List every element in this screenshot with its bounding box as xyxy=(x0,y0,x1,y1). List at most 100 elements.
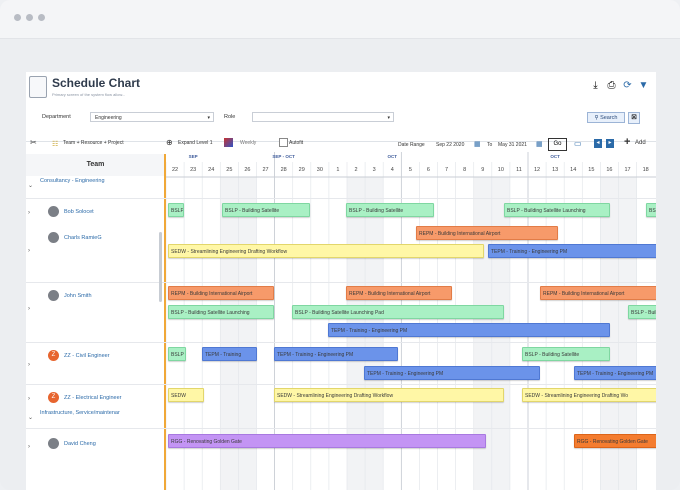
weekly-select[interactable]: Weekly xyxy=(240,140,256,146)
month-label: SEP - OCT xyxy=(272,154,295,159)
window-dot-2[interactable] xyxy=(26,14,33,21)
calendar-header: SEP SEP - OCT OCT OCT 22 23 24 25 26 27 28 29 30 1 2 3 4… xyxy=(166,152,656,177)
gantt-bar[interactable]: TEPM - Training - Engineering PM xyxy=(488,244,656,258)
gantt-bar[interactable]: BSLP - Building xyxy=(628,305,656,319)
gantt-bar[interactable]: REPM - Building International Airport xyxy=(540,286,656,300)
browser-window: Schedule Chart Primary screen of the sys… xyxy=(0,0,680,490)
print-icon[interactable]: ⎙ xyxy=(606,80,617,91)
day-label: 7 xyxy=(445,167,449,173)
day-label: 24 xyxy=(208,167,215,173)
month-label: SEP xyxy=(188,154,198,159)
schedule-app-icon xyxy=(29,76,47,98)
gantt-bar[interactable]: REPM - Building International Airport xyxy=(168,286,274,300)
gantt-bar[interactable]: SEDW - Streamlining Engineering Drafting… xyxy=(168,244,484,258)
gantt-bar[interactable]: BSLP xyxy=(168,203,184,217)
expand-icon[interactable]: ⊕ xyxy=(166,138,173,147)
gantt-bar[interactable]: BSLP - Building Satellite xyxy=(522,347,610,361)
person-name[interactable]: Bob Solocet xyxy=(64,209,94,215)
vertical-scrollbar[interactable] xyxy=(159,232,162,302)
row-separator xyxy=(26,198,656,199)
add-icon[interactable]: + xyxy=(624,136,630,148)
gantt-bar[interactable]: BSLP - Building Satellite Launching xyxy=(168,305,274,319)
add-button-label[interactable]: Add xyxy=(635,140,646,146)
next-icon[interactable]: ▸ xyxy=(606,139,614,148)
day-label: 29 xyxy=(298,167,305,173)
date-from-field[interactable]: Sep 22 2020 xyxy=(436,142,464,148)
gantt-bar[interactable]: REPM - Building International Airport xyxy=(416,226,558,240)
role-select[interactable]: ▾ xyxy=(252,112,394,122)
chevron-right-icon[interactable]: › xyxy=(28,362,30,368)
day-label: 10 xyxy=(497,167,504,173)
gantt-bar[interactable]: BSLP - Building Satellite xyxy=(346,203,434,217)
today-marker xyxy=(164,154,166,490)
gantt-bar[interactable]: TEPM - Training - Engineering PM xyxy=(574,366,656,380)
gantt-bar[interactable]: TEPM - Training - Engineering PM xyxy=(364,366,540,380)
prev-icon[interactable]: ◂ xyxy=(594,139,602,148)
weekly-icon xyxy=(224,138,233,147)
day-label: 26 xyxy=(244,167,251,173)
group-label[interactable]: Infrastructure, Service/maintenar xyxy=(40,410,120,416)
date-range-label: Date Range xyxy=(398,142,425,148)
gantt-bar[interactable]: SEDW xyxy=(168,388,204,402)
to-label: To xyxy=(487,142,493,148)
gantt-bar[interactable]: SEDW - Streamlining Engineering Drafting… xyxy=(522,388,656,402)
date-to-field[interactable]: May 31 2021 xyxy=(498,142,527,148)
day-label: 3 xyxy=(372,167,376,173)
gantt-bar[interactable]: REPM - Building International Airport xyxy=(346,286,452,300)
gantt-bar[interactable]: BSLP - Building Satellite xyxy=(222,203,310,217)
chevron-right-icon[interactable]: › xyxy=(28,396,30,402)
refresh-icon[interactable]: ⟳ xyxy=(622,80,633,91)
avatar xyxy=(48,206,59,217)
search-button[interactable]: ⚲ Search xyxy=(587,112,625,123)
gantt-bar[interactable]: RGG - Renovating Golden Gate xyxy=(574,434,656,448)
clear-filter-icon[interactable]: ⊠ xyxy=(628,112,640,124)
gantt-bar[interactable]: BSLP xyxy=(168,347,186,361)
gantt-bar[interactable]: SEDW - Streamlining Engineering Drafting… xyxy=(274,388,504,402)
window-dot-1[interactable] xyxy=(14,14,21,21)
gantt-bar[interactable]: BSLP - Building Satellite Launching xyxy=(504,203,610,217)
avatar: Z xyxy=(48,350,59,361)
person-name[interactable]: ZZ - Electrical Engineer xyxy=(64,395,121,401)
day-label: 27 xyxy=(262,167,269,173)
gantt-bar[interactable]: BSL xyxy=(646,203,656,217)
calendar-icon[interactable]: ▦ xyxy=(474,140,481,148)
group-label[interactable]: Consultancy - Engineering xyxy=(40,178,105,184)
day-label: 22 xyxy=(171,167,179,173)
window-dot-3[interactable] xyxy=(38,14,45,21)
team-column-header: Team xyxy=(26,154,166,176)
gantt-bar[interactable]: TEPM - Training - Engineering PM xyxy=(328,323,610,337)
chevron-right-icon[interactable]: › xyxy=(28,444,30,450)
chevron-down-icon[interactable]: ⌄ xyxy=(28,182,33,189)
gantt-bar[interactable]: TEPM - Training xyxy=(202,347,257,361)
row-separator xyxy=(26,428,656,429)
gantt-bar[interactable]: RGG - Renovating Golden Gate xyxy=(168,434,486,448)
calendar-icon[interactable]: ▦ xyxy=(536,140,543,148)
day-label: 23 xyxy=(190,167,197,173)
page-subtitle: Primary screen of the system flow allow.… xyxy=(52,92,126,97)
view-mode-label[interactable]: Team + Resource + Project xyxy=(63,140,124,146)
department-select[interactable]: Engineering ▾ xyxy=(90,112,214,122)
go-button[interactable]: Go xyxy=(548,138,567,151)
day-label: 14 xyxy=(570,167,577,173)
person-name[interactable]: John Smith xyxy=(64,293,92,299)
expand-level-label[interactable]: Expand Level 1 xyxy=(178,140,212,146)
chevron-right-icon[interactable]: › xyxy=(28,248,30,254)
chevron-right-icon[interactable]: › xyxy=(28,306,30,312)
chevron-down-icon[interactable]: ⌄ xyxy=(28,414,33,421)
chevron-right-icon[interactable]: › xyxy=(28,210,30,216)
day-label: 25 xyxy=(226,167,233,173)
autofit-checkbox[interactable] xyxy=(279,138,288,147)
filter-icon[interactable]: ▼ xyxy=(638,80,649,91)
tools-icon[interactable]: ✂ xyxy=(30,138,37,147)
department-value: Engineering xyxy=(95,115,122,121)
role-label: Role xyxy=(224,114,236,120)
today-icon[interactable]: ▭ xyxy=(574,139,582,148)
person-name[interactable]: David Cheng xyxy=(64,441,96,447)
person-name[interactable]: Charls RamieG xyxy=(64,235,102,241)
person-name[interactable]: ZZ - Civil Engineer xyxy=(64,353,110,359)
export-icon[interactable]: ⤓ xyxy=(590,80,601,91)
gantt-bar[interactable]: BSLP - Building Satellite Launching Pad xyxy=(292,305,504,319)
gantt-bar[interactable]: TEPM - Training - Engineering PM xyxy=(274,347,398,361)
day-label: 1 xyxy=(336,167,340,173)
row-separator xyxy=(26,282,656,283)
